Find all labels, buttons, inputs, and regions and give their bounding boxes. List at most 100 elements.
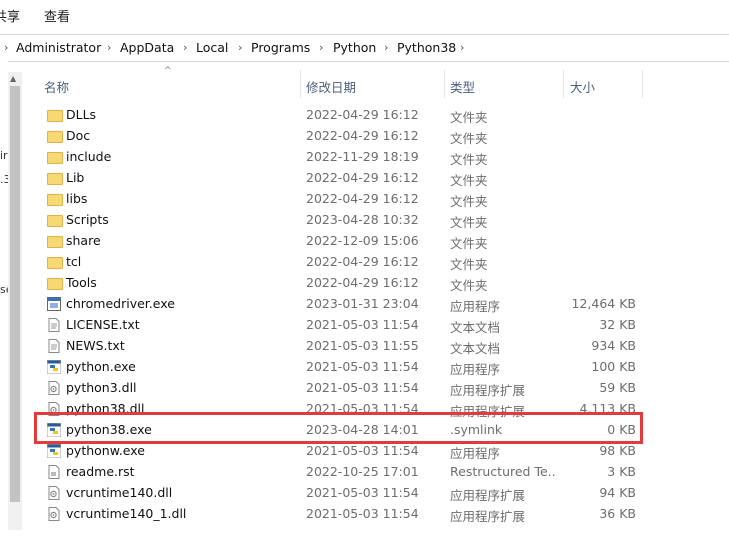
folder-icon	[47, 215, 63, 227]
file-date: 2023-01-31 23:04	[306, 296, 419, 311]
chevron-right-icon[interactable]: ›	[384, 41, 388, 54]
chevron-right-icon[interactable]: ›	[238, 41, 242, 54]
file-type: 文本文档	[450, 320, 501, 335]
column-divider[interactable]	[444, 70, 445, 98]
python-icon	[46, 443, 62, 459]
folder-row[interactable]: tcl 2022-04-29 16:12 文件夹	[40, 251, 640, 272]
nav-pane-scrollbar[interactable]: ▲	[8, 72, 22, 530]
breadcrumb-python38[interactable]: Python38	[397, 40, 456, 55]
file-size: 3 KB	[607, 464, 636, 479]
chevron-right-icon[interactable]: ›	[183, 41, 187, 54]
file-date: 2021-05-03 11:55	[306, 338, 419, 353]
navigation-pane[interactable]: ir .3 se	[0, 61, 8, 539]
breadcrumb-python[interactable]: Python	[333, 40, 376, 55]
file-row[interactable]: chromedriver.exe 2023-01-31 23:04 应用程序 12,4…	[40, 293, 640, 314]
file-date: 2021-05-03 11:54	[306, 485, 419, 500]
file-date: 2022-04-29 16:12	[306, 170, 419, 185]
column-header: 名称 修改日期 类型 大小	[22, 70, 729, 98]
chevron-right-icon[interactable]: ›	[107, 41, 111, 54]
file-type: 应用程序	[450, 446, 501, 461]
column-divider[interactable]	[563, 70, 564, 98]
breadcrumb-local[interactable]: Local	[196, 40, 228, 55]
nav-fragment[interactable]: se	[0, 283, 8, 296]
file-row[interactable]: python3.dll 2021-05-03 11:54 应用程序扩展 59 KB	[40, 377, 640, 398]
file-name: python3.dll	[66, 380, 137, 395]
scrollbar-thumb[interactable]	[10, 86, 20, 502]
file-row[interactable]: LICENSE.txt 2021-05-03 11:54 文本文档 32 KB	[40, 314, 640, 335]
file-date: 2023-04-28 10:32	[306, 212, 419, 227]
highlight-box	[34, 412, 643, 444]
file-name: Scripts	[66, 212, 109, 227]
ribbon: 共享 查看	[0, 0, 729, 28]
folder-row[interactable]: Lib 2022-04-29 16:12 文件夹	[40, 167, 640, 188]
column-divider[interactable]	[642, 70, 643, 98]
column-divider[interactable]	[300, 70, 301, 98]
file-name: Tools	[66, 275, 97, 290]
column-size[interactable]: 大小	[570, 77, 595, 96]
folder-row[interactable]: Doc 2022-04-29 16:12 文件夹	[40, 125, 640, 146]
file-name: readme.rst	[66, 464, 135, 479]
ribbon-tab-share[interactable]: 共享	[0, 6, 20, 25]
file-row[interactable]: python.exe 2021-05-03 11:54 应用程序 100 KB	[40, 356, 640, 377]
exe-icon	[47, 296, 61, 311]
column-name[interactable]: 名称	[44, 77, 69, 96]
ribbon-tab-view[interactable]: 查看	[44, 6, 70, 25]
file-row[interactable]: vcruntime140.dll 2021-05-03 11:54 应用程序扩展 94…	[40, 482, 640, 503]
file-type: 文件夹	[450, 278, 488, 293]
scroll-up-icon[interactable]: ▲	[10, 74, 16, 83]
file-type: 文件夹	[450, 173, 488, 188]
breadcrumb-appdata[interactable]: AppData	[120, 40, 174, 55]
file-row[interactable]: readme.rst 2022-10-25 17:01 Restructured T…	[40, 461, 640, 482]
file-date: 2022-04-29 16:12	[306, 275, 419, 290]
file-date: 2022-11-29 18:19	[306, 149, 419, 164]
text-file-icon	[47, 317, 61, 332]
folder-row[interactable]: libs 2022-04-29 16:12 文件夹	[40, 188, 640, 209]
file-type: 应用程序	[450, 299, 501, 314]
file-date: 2021-05-03 11:54	[306, 506, 419, 521]
breadcrumb-programs[interactable]: Programs	[251, 40, 310, 55]
file-size: 12,464 KB	[571, 296, 636, 311]
chevron-right-icon[interactable]: ›	[4, 41, 8, 54]
python-icon	[46, 359, 62, 375]
file-name: python.exe	[66, 359, 136, 374]
file-name: tcl	[66, 254, 82, 269]
file-type: 应用程序扩展	[450, 488, 526, 503]
folder-row[interactable]: Scripts 2023-04-28 10:32 文件夹	[40, 209, 640, 230]
folder-row[interactable]: share 2022-12-09 15:06 文件夹	[40, 230, 640, 251]
file-size: 36 KB	[599, 506, 636, 521]
nav-fragment[interactable]: ir	[0, 149, 8, 162]
file-name: libs	[66, 191, 88, 206]
address-bar[interactable]: › Administrator › AppData › Local › Prog…	[0, 34, 729, 62]
breadcrumb-administrator[interactable]: Administrator	[16, 40, 101, 55]
file-date: 2022-04-29 16:12	[306, 107, 419, 122]
file-date: 2022-04-29 16:12	[306, 128, 419, 143]
file-type: 应用程序扩展	[450, 383, 526, 398]
folder-row[interactable]: DLLs 2022-04-29 16:12 文件夹	[40, 104, 640, 125]
file-row[interactable]: vcruntime140_1.dll 2021-05-03 11:54 应用程序扩展…	[40, 503, 640, 524]
nav-fragment[interactable]: .3	[0, 173, 8, 186]
file-type: 应用程序扩展	[450, 509, 526, 524]
file-name: Lib	[66, 170, 85, 185]
column-type[interactable]: 类型	[450, 77, 475, 96]
file-name: pythonw.exe	[66, 443, 145, 458]
folder-row[interactable]: include 2022-11-29 18:19 文件夹	[40, 146, 640, 167]
file-size: 59 KB	[599, 380, 636, 395]
file-name: chromedriver.exe	[66, 296, 175, 311]
chevron-right-icon[interactable]: ›	[460, 41, 464, 54]
file-type: 文件夹	[450, 152, 488, 167]
dll-icon	[47, 380, 61, 395]
file-size: 934 KB	[591, 338, 636, 353]
file-size: 32 KB	[599, 317, 636, 332]
column-date[interactable]: 修改日期	[306, 77, 356, 96]
file-name: include	[66, 149, 112, 164]
file-name: DLLs	[66, 107, 97, 122]
folder-icon	[47, 110, 63, 122]
rst-file-icon	[47, 464, 61, 479]
file-type: 文件夹	[450, 131, 488, 146]
dll-icon	[47, 485, 61, 500]
file-row[interactable]: NEWS.txt 2021-05-03 11:55 文本文档 934 KB	[40, 335, 640, 356]
chevron-right-icon[interactable]: ›	[319, 41, 323, 54]
file-date: 2022-10-25 17:01	[306, 464, 419, 479]
folder-row[interactable]: Tools 2022-04-29 16:12 文件夹	[40, 272, 640, 293]
folder-icon	[47, 194, 63, 206]
